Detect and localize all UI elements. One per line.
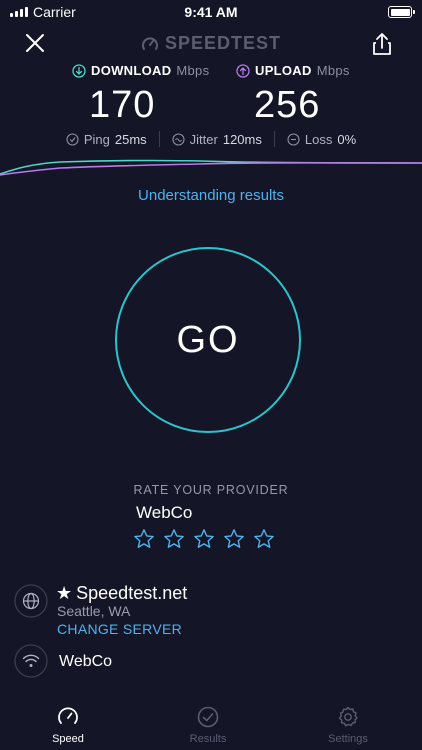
status-time: 9:41 AM xyxy=(184,4,238,20)
speedtest-logo: SPEEDTEST xyxy=(0,33,422,54)
tab-settings[interactable]: Settings xyxy=(303,705,393,745)
star-icon[interactable] xyxy=(163,528,185,550)
tab-bar: Speed Results Settings xyxy=(0,695,422,750)
loss-stat: Loss 0% xyxy=(275,132,368,147)
loss-unit: % xyxy=(344,131,357,147)
upload-unit: Mbps xyxy=(316,63,350,78)
understanding-results-link[interactable]: Understanding results xyxy=(0,187,422,204)
ping-icon xyxy=(66,132,79,146)
server-location: Seattle, WA xyxy=(57,603,131,619)
jitter-icon xyxy=(172,132,185,146)
tab-results-label: Results xyxy=(189,733,227,745)
upload-value: 256 xyxy=(254,84,321,126)
ping-label: Ping xyxy=(83,131,110,147)
globe-icon xyxy=(14,584,48,618)
server-name: ★ Speedtest.net xyxy=(56,583,187,604)
jitter-stat: Jitter 120ms xyxy=(160,132,274,147)
jitter-label: Jitter xyxy=(189,131,218,147)
upload-header: UPLOAD Mbps xyxy=(236,63,350,78)
speedometer-logo-icon xyxy=(142,36,158,50)
ping-value: 25 xyxy=(114,131,130,147)
loss-label: Loss xyxy=(304,131,333,147)
download-unit: Mbps xyxy=(176,63,210,78)
share-icon xyxy=(373,33,391,55)
ping-stat: Ping 25ms xyxy=(54,132,159,147)
gear-icon xyxy=(338,706,358,727)
battery-icon xyxy=(388,6,415,18)
go-button[interactable]: GO xyxy=(115,247,301,433)
loss-icon xyxy=(287,132,300,146)
rate-provider-title: RATE YOUR PROVIDER xyxy=(133,483,289,497)
tab-results[interactable]: Results xyxy=(163,705,253,745)
server-name-text: Speedtest.net xyxy=(76,583,188,603)
ping-unit: ms xyxy=(129,131,147,147)
jitter-unit: ms xyxy=(244,131,262,147)
download-label: DOWNLOAD xyxy=(91,63,172,78)
check-circle-icon xyxy=(197,706,219,728)
status-bar: Carrier 9:41 AM xyxy=(0,0,422,24)
download-arrow-icon xyxy=(72,63,86,78)
loss-value: 0 xyxy=(337,131,345,147)
star-icon[interactable] xyxy=(253,528,275,550)
latency-stats: Ping 25ms Jitter 120ms Loss 0% xyxy=(0,131,422,147)
jitter-value: 120 xyxy=(222,131,245,147)
download-header: DOWNLOAD Mbps xyxy=(72,63,209,78)
share-button[interactable] xyxy=(368,29,396,59)
download-value: 170 xyxy=(89,84,156,126)
star-filled-icon: ★ xyxy=(56,583,73,603)
star-icon[interactable] xyxy=(133,528,155,550)
star-icon[interactable] xyxy=(193,528,215,550)
rate-provider-name: WebCo xyxy=(136,503,193,522)
upload-label: UPLOAD xyxy=(255,63,312,78)
change-server-link[interactable]: CHANGE SERVER xyxy=(57,621,182,637)
star-rating[interactable] xyxy=(133,528,275,550)
upload-speed-line xyxy=(0,161,422,176)
speedometer-icon xyxy=(58,707,78,724)
logo-text: SPEEDTEST xyxy=(164,33,282,53)
wifi-icon xyxy=(14,644,48,678)
speed-graph xyxy=(0,159,422,176)
tab-speed[interactable]: Speed xyxy=(23,705,113,745)
go-label: GO xyxy=(176,318,240,361)
isp-name: WebCo xyxy=(59,653,113,670)
upload-arrow-icon xyxy=(236,63,250,78)
tab-settings-label: Settings xyxy=(328,733,368,745)
tab-speed-label: Speed xyxy=(52,733,84,745)
star-icon[interactable] xyxy=(223,528,245,550)
